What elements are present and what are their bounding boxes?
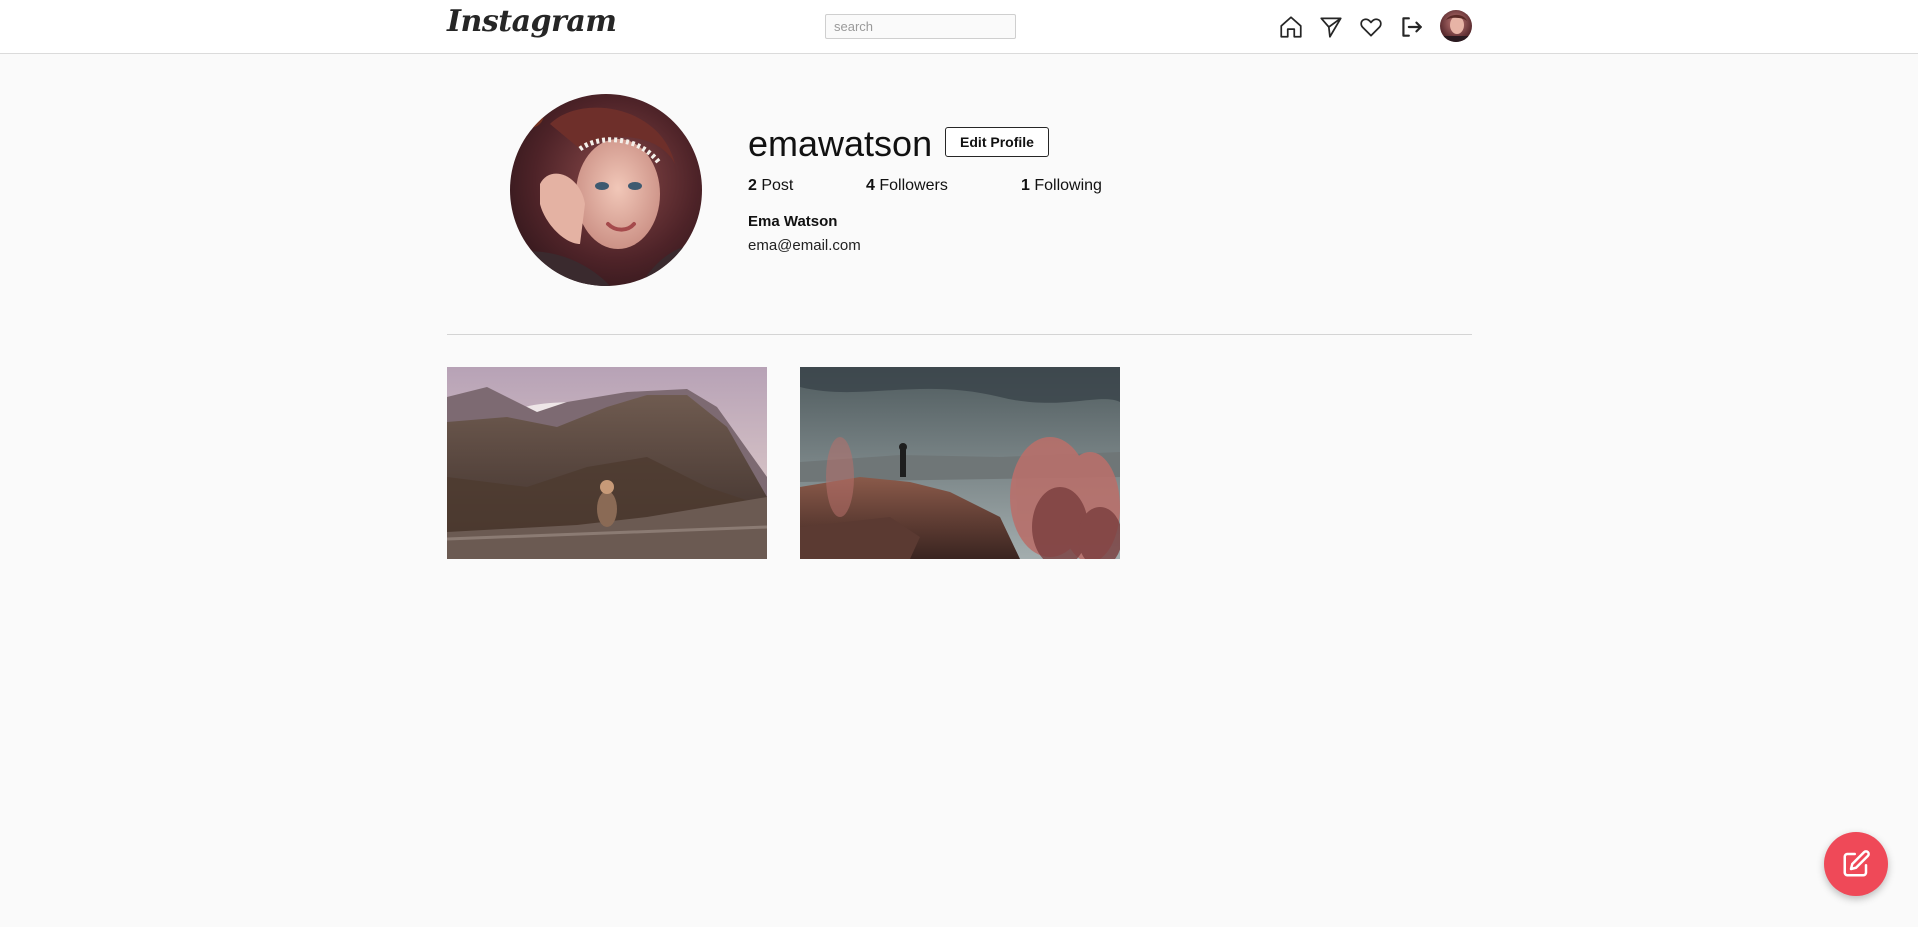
nav-avatar[interactable] xyxy=(1440,10,1472,42)
home-icon[interactable] xyxy=(1277,13,1305,41)
posts-count: 2 xyxy=(748,177,757,194)
profile-avatar xyxy=(510,94,702,286)
post-thumbnail-2[interactable] xyxy=(800,367,1120,559)
following-count: 1 xyxy=(1021,177,1030,194)
send-icon[interactable] xyxy=(1317,13,1345,41)
profile-divider xyxy=(447,334,1472,335)
following-stat[interactable]: 1 Following xyxy=(1021,176,1102,196)
followers-label: Followers xyxy=(879,177,948,194)
instagram-logo[interactable]: Instagram xyxy=(447,4,617,39)
heart-icon[interactable] xyxy=(1357,13,1385,41)
profile-email: ema@email.com xyxy=(748,237,861,254)
followers-stat[interactable]: 4 Followers xyxy=(866,176,948,196)
edit-profile-button[interactable]: Edit Profile xyxy=(945,127,1049,157)
posts-label: Post xyxy=(761,177,794,194)
followers-count: 4 xyxy=(866,177,875,194)
edit-icon xyxy=(1843,850,1870,877)
posts-stat: 2 Post xyxy=(748,176,793,196)
top-navbar: Instagram xyxy=(0,0,1918,54)
post-thumbnail-1[interactable] xyxy=(447,367,767,559)
profile-full-name: Ema Watson xyxy=(748,213,838,230)
following-label: Following xyxy=(1034,177,1102,194)
profile-username: emawatson xyxy=(748,123,933,164)
search-input[interactable] xyxy=(825,14,1016,39)
logout-icon[interactable] xyxy=(1397,13,1425,41)
create-post-button[interactable] xyxy=(1824,832,1888,896)
